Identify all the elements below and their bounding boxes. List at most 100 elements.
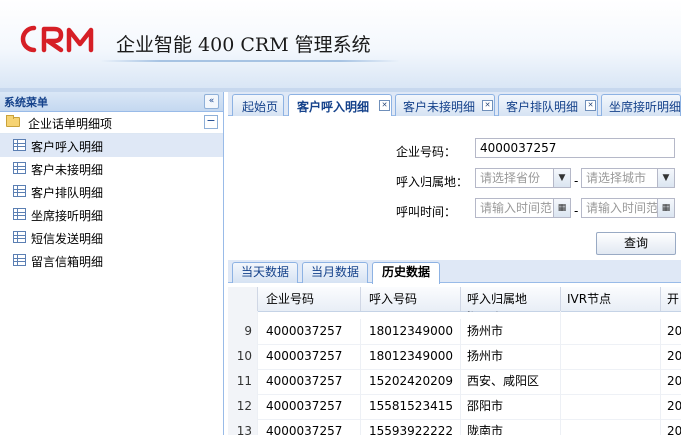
tab-today[interactable]: 当天数据 [232,262,298,283]
time-start-input[interactable]: 请输入时间范 ▦ [475,198,571,218]
rownum-header [228,287,258,311]
cell-caller: 15593922222 [361,419,461,435]
table-row[interactable]: 12 4000037257 15581523415 邵阳市 20 [228,394,681,420]
sidebar-item-label: 留言信箱明细 [31,255,104,269]
tab-label: 客户排队明细 [506,100,579,114]
table-icon [13,162,26,174]
range-separator: - [574,204,579,218]
cell-company: 4000037257 [258,344,361,369]
cell-start: 20 [667,324,681,338]
calendar-icon[interactable]: ▦ [657,199,674,217]
time-label: 呼叫时间： [396,205,457,219]
app-header: 企业智能 400 CRM 管理系统 [0,0,681,88]
cell-region: 邵阳市 [461,394,561,419]
cell-ivr [561,369,661,394]
company-number-input[interactable]: 4000037257 [475,138,675,158]
column-header-region[interactable]: 呼入归属地 [461,287,561,311]
column-header-caller[interactable]: 呼入号码 [361,287,461,311]
column-header-company[interactable]: 企业号码 [258,287,361,311]
table-row[interactable]: 11 4000037257 15202420209 西安、咸阳区 20 [228,369,681,395]
sidebar-item-sms[interactable]: 短信发送明细 [0,226,223,249]
close-icon[interactable]: ✕ [379,100,390,111]
cell-rownum: 12 [228,394,258,419]
table-row[interactable]: 9 4000037257 18012349000 扬州市 20 [228,319,681,345]
sidebar-header: 系统菜单 « [0,92,223,112]
cell-rownum: 10 [228,344,258,369]
cell-rownum: 13 [228,419,258,435]
tab-incoming[interactable]: 客户呼入明细 ✕ [288,94,392,117]
cell-caller: 18012349000 [361,319,461,344]
table-row[interactable]: 扬州市 [228,311,681,319]
cell-caller: 15581523415 [361,394,461,419]
sidebar-item-label: 短信发送明细 [31,232,104,246]
search-form: 企业号码： 4000037257 呼入归属地： 请选择省份 ▼ - 请选择城市 … [228,116,681,256]
region-label: 呼入归属地： [396,175,469,189]
double-chevron-left-icon[interactable]: « [204,94,219,109]
cell-ivr [561,319,661,344]
cell-region: 扬州市 [461,319,561,344]
city-select[interactable]: 请选择城市 ▼ [581,168,675,188]
table-icon [13,139,26,151]
grid-header: 企业号码 呼入号码 呼入归属地 IVR节点 开 [228,287,681,312]
chevron-down-icon[interactable]: ▼ [553,169,570,187]
company-label: 企业号码： [396,145,457,159]
sidebar-item-label: 客户呼入明细 [31,140,104,154]
city-placeholder: 请选择城市 [586,171,647,185]
range-separator: - [574,174,579,188]
cell-start: 20 [667,399,681,413]
cell-caller: 15202420209 [361,369,461,394]
table-icon [13,185,26,197]
sidebar-item-label: 客户排队明细 [31,186,104,200]
sidebar-group[interactable]: 企业话单明细项 − [0,112,223,134]
cell-region: 扬州市 [461,311,561,319]
tab-agent[interactable]: 坐席接听明细 [601,94,681,116]
close-icon[interactable]: ✕ [585,100,596,111]
cell-region: 陇南市 [461,419,561,435]
cell-company: 4000037257 [258,419,361,435]
sidebar-group-label: 企业话单明细项 [28,117,113,131]
table-row[interactable]: 10 4000037257 18012349000 扬州市 20 [228,344,681,370]
calendar-icon[interactable]: ▦ [553,199,570,217]
tab-label: 坐席接听明细 [609,100,681,114]
column-header-ivr[interactable]: IVR节点 [561,287,661,311]
tab-label: 起始页 [242,100,279,114]
cell-start: 20 [667,424,681,435]
chevron-down-icon[interactable]: ▼ [657,169,674,187]
table-icon [13,254,26,266]
table-row[interactable]: 13 4000037257 15593922222 陇南市 20 [228,419,681,435]
tab-missed[interactable]: 客户未接明细 ✕ [395,94,495,116]
sidebar-item-incoming[interactable]: 客户呼入明细 [0,134,223,157]
app-title: 企业智能 400 CRM 管理系统 [116,34,371,56]
sidebar-item-agent[interactable]: 坐席接听明细 [0,203,223,226]
cell-region: 西安、咸阳区 [461,369,561,394]
sidebar-item-voicemail[interactable]: 留言信箱明细 [0,249,223,272]
tab-history[interactable]: 历史数据 [372,262,440,284]
table-icon [13,231,26,243]
cell-company: 4000037257 [258,369,361,394]
cell-region: 扬州市 [461,344,561,369]
tab-queue[interactable]: 客户排队明细 ✕ [498,94,598,116]
tab-month[interactable]: 当月数据 [302,262,368,283]
sidebar-item-label: 坐席接听明细 [31,209,104,223]
cell-company: 4000037257 [258,394,361,419]
time-end-input[interactable]: 请输入时间范 ▦ [581,198,675,218]
tab-label: 客户呼入明细 [297,100,370,114]
main-panel: 起始页 客户呼入明细 ✕ 客户未接明细 ✕ 客户排队明细 ✕ 坐席接听明细 企业… [228,92,681,435]
cell-caller: 18012349000 [361,344,461,369]
province-placeholder: 请选择省份 [480,171,541,185]
column-header-start[interactable]: 开 [661,287,681,311]
title-underline [100,60,400,62]
table-icon [13,208,26,220]
query-button[interactable]: 查询 [596,232,676,255]
table-row-partial: 扬州市 [228,311,681,319]
tab-home[interactable]: 起始页 [232,94,284,116]
sidebar-item-queue[interactable]: 客户排队明细 [0,180,223,203]
sidebar-item-missed[interactable]: 客户未接明细 [0,157,223,180]
cell-rownum: 11 [228,369,258,394]
cell-ivr [561,344,661,369]
province-select[interactable]: 请选择省份 ▼ [475,168,571,188]
close-icon[interactable]: ✕ [482,100,493,111]
tab-bar: 起始页 客户呼入明细 ✕ 客户未接明细 ✕ 客户排队明细 ✕ 坐席接听明细 [228,92,681,117]
collapse-group-icon[interactable]: − [204,115,218,129]
folder-icon [6,115,20,127]
